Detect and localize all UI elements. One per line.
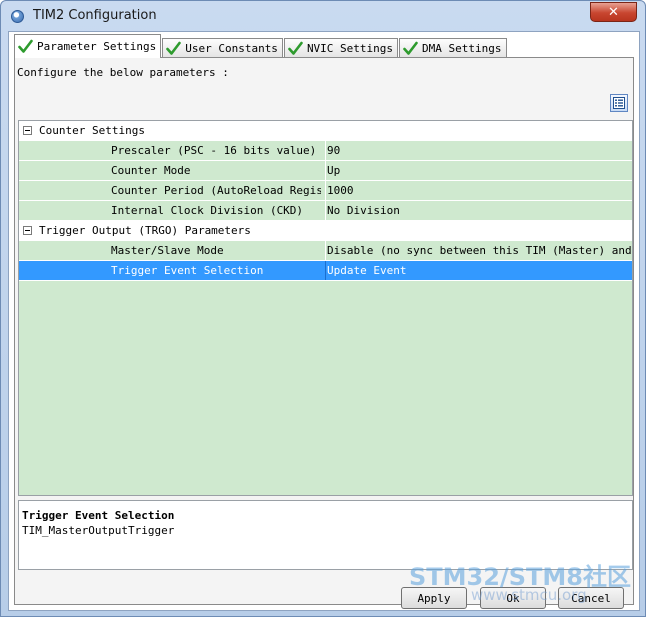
collapse-icon[interactable] [23, 226, 32, 235]
param-name: Counter Period (AutoReload Regis... [111, 184, 321, 197]
param-row-counter-mode[interactable]: Counter Mode Up [19, 161, 632, 181]
tree-group-label: Counter Settings [39, 124, 145, 137]
window-title: TIM2 Configuration [33, 8, 157, 23]
dialog-client-area: Parameter Settings User Constants NVIC S… [8, 31, 640, 611]
tab-label: Parameter Settings [37, 40, 157, 53]
description-box: Trigger Event Selection TIM_MasterOutput… [18, 500, 633, 570]
tree-group-trigger-output[interactable]: Trigger Output (TRGO) Parameters [19, 221, 632, 241]
check-icon [403, 41, 418, 56]
cancel-button[interactable]: Cancel [558, 587, 624, 609]
tab-user-constants[interactable]: User Constants [162, 38, 283, 58]
param-row-prescaler[interactable]: Prescaler (PSC - 16 bits value) 90 [19, 141, 632, 161]
tree-group-label: Trigger Output (TRGO) Parameters [39, 224, 251, 237]
ok-button[interactable]: Ok [480, 587, 546, 609]
close-icon: ✕ [608, 4, 619, 20]
collapse-icon[interactable] [23, 126, 32, 135]
param-name: Trigger Event Selection [111, 264, 264, 277]
tab-label: User Constants [185, 42, 278, 55]
param-value[interactable]: 90 [325, 141, 632, 160]
param-row-trigger-event-selection[interactable]: Trigger Event Selection Update Event [19, 261, 632, 281]
param-value[interactable]: Disable (no sync between this TIM (Maste… [325, 241, 632, 260]
param-name: Internal Clock Division (CKD) [111, 204, 304, 217]
tab-label: DMA Settings [422, 42, 502, 55]
check-icon [288, 41, 303, 56]
tab-parameter-settings[interactable]: Parameter Settings [14, 34, 162, 58]
check-icon [18, 39, 33, 54]
description-title: Trigger Event Selection [22, 509, 175, 522]
close-button[interactable]: ✕ [590, 2, 637, 22]
tab-nvic-settings[interactable]: NVIC Settings [283, 38, 399, 58]
tab-label: NVIC Settings [306, 42, 394, 55]
param-row-clock-division[interactable]: Internal Clock Division (CKD) No Divisio… [19, 201, 632, 221]
parameter-settings-panel: Configure the below parameters : Counter… [14, 57, 634, 605]
param-value[interactable]: 1000 [325, 181, 632, 200]
tree-group-counter-settings[interactable]: Counter Settings [19, 121, 632, 141]
dialog-window: TIM2 Configuration ✕ Parameter Settings … [0, 0, 646, 617]
list-view-icon [613, 97, 625, 109]
param-value[interactable]: Up [325, 161, 632, 180]
param-name: Prescaler (PSC - 16 bits value) [111, 144, 317, 157]
instruction-text: Configure the below parameters : [17, 66, 229, 79]
param-name: Counter Mode [111, 164, 191, 177]
apply-button[interactable]: Apply [401, 587, 467, 609]
param-row-master-slave-mode[interactable]: Master/Slave Mode Disable (no sync betwe… [19, 241, 632, 261]
tab-bar: Parameter Settings User Constants NVIC S… [14, 34, 508, 58]
description-text: TIM_MasterOutputTrigger [22, 524, 175, 537]
tab-dma-settings[interactable]: DMA Settings [399, 38, 507, 58]
param-value[interactable]: No Division [325, 201, 632, 220]
title-bar[interactable]: TIM2 Configuration ✕ [1, 1, 645, 31]
check-icon [166, 41, 182, 56]
param-row-counter-period[interactable]: Counter Period (AutoReload Regis... 1000 [19, 181, 632, 201]
param-value[interactable]: Update Event [325, 261, 632, 280]
parameter-tree: Counter Settings Prescaler (PSC - 16 bit… [18, 120, 633, 496]
view-toggle-button[interactable] [610, 94, 628, 112]
app-icon [11, 10, 24, 23]
param-name: Master/Slave Mode [111, 244, 224, 257]
